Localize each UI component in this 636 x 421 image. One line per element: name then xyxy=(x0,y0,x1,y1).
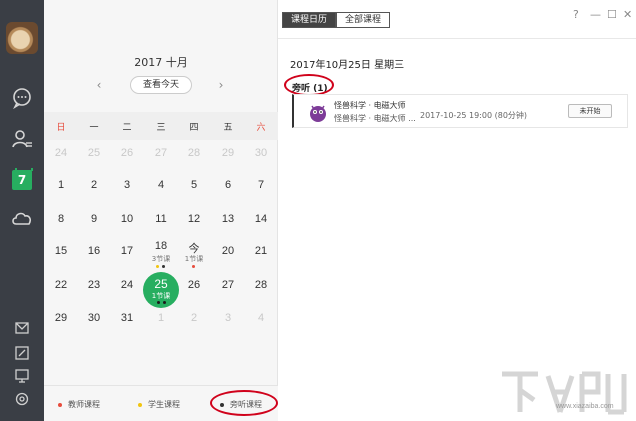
highlight-ring-section xyxy=(284,74,334,96)
watermark-url: www.xiazaiba.com xyxy=(556,403,614,410)
calendar-day[interactable]: 28 xyxy=(244,279,278,291)
calendar-day[interactable]: 3 xyxy=(110,179,144,191)
calendar-day[interactable]: 2 xyxy=(77,179,111,191)
calendar-day[interactable]: 1 xyxy=(144,312,178,324)
course-name: 怪兽科学 · 电磁大师 xyxy=(334,101,406,110)
calendar-day[interactable]: 27 xyxy=(144,147,178,159)
contacts-icon[interactable] xyxy=(10,127,34,151)
calendar-day[interactable]: 5 xyxy=(177,179,211,191)
legend: 教师课程 学生课程 旁听课程 xyxy=(44,385,278,421)
calendar-day[interactable]: 22 xyxy=(44,279,78,291)
edit-icon[interactable] xyxy=(14,345,30,361)
calendar-day[interactable]: 27 xyxy=(211,279,245,291)
calendar-day[interactable]: 2 xyxy=(177,312,211,324)
event-dot xyxy=(156,265,159,268)
screen-icon[interactable] xyxy=(14,368,30,384)
calendar-day[interactable]: 15 xyxy=(44,245,78,257)
tab-all-courses[interactable]: 全部课程 xyxy=(336,12,391,28)
calendar-day[interactable]: 24 xyxy=(110,279,144,291)
avatar[interactable] xyxy=(6,22,38,54)
weekday-label: 五 xyxy=(223,123,233,133)
weekday-label: 一 xyxy=(89,123,99,133)
legend-teacher: 教师课程 xyxy=(58,399,100,410)
calendar-badge: 7 xyxy=(17,173,27,187)
calendar-day[interactable]: 12 xyxy=(177,213,211,225)
course-item[interactable]: 怪兽科学 · 电磁大师 怪兽科学 · 电磁大师 ... 2017-10-25 1… xyxy=(292,94,628,128)
month-label: 2017 十月 xyxy=(134,56,188,69)
today-day-number: 25 xyxy=(154,277,168,291)
monster-logo-icon xyxy=(310,105,326,122)
calendar-day[interactable]: 4 xyxy=(144,179,178,191)
weekday-label: 六 xyxy=(256,123,266,133)
calendar-day[interactable]: 24 xyxy=(44,147,78,159)
today-course-count: 1节课 xyxy=(151,292,171,300)
go-today-button[interactable]: 查看今天 xyxy=(130,76,192,94)
calendar-day[interactable]: 4 xyxy=(244,312,278,324)
today-event-dot xyxy=(157,301,160,304)
legend-dot-red xyxy=(58,402,62,407)
prev-month-button[interactable]: ‹ xyxy=(92,78,106,92)
weekday-label: 二 xyxy=(122,123,132,133)
legend-teacher-label: 教师课程 xyxy=(68,400,100,409)
calendar-day[interactable]: 13 xyxy=(211,213,245,225)
maximize-button[interactable]: ☐ xyxy=(607,8,617,21)
weekday-label: 三 xyxy=(156,123,166,133)
course-time: 2017-10-25 19:00 (80分钟) xyxy=(420,111,528,120)
day-18-course-count: 3节课 xyxy=(151,255,171,263)
calendar-day[interactable]: 25 xyxy=(77,147,111,159)
calendar-day[interactable]: 3 xyxy=(211,312,245,324)
weekday-label: 日 xyxy=(56,123,66,133)
highlight-ring-legend xyxy=(210,390,278,416)
calendar-day[interactable]: 18 xyxy=(144,240,178,252)
calendar-day[interactable]: 23 xyxy=(77,279,111,291)
today-event-dot xyxy=(163,301,166,304)
legend-student-label: 学生课程 xyxy=(148,400,180,409)
calendar-day[interactable]: 21 xyxy=(244,245,278,257)
header-divider xyxy=(278,38,636,39)
calendar-day[interactable]: 10 xyxy=(110,213,144,225)
view-tabs: 课程日历 全部课程 xyxy=(282,12,391,28)
calendar-day[interactable]: 17 xyxy=(110,245,144,257)
sidebar: 7 xyxy=(0,0,44,421)
selected-date-title: 2017年10月25日 星期三 xyxy=(290,60,405,71)
event-dot xyxy=(192,265,195,268)
calendar-day[interactable]: 11 xyxy=(144,213,178,225)
course-status-button[interactable]: 未开始 xyxy=(568,104,612,118)
minimize-button[interactable]: — xyxy=(590,8,601,21)
calendar-day[interactable]: 20 xyxy=(211,245,245,257)
calendar-day[interactable]: 30 xyxy=(244,147,278,159)
calendar-icon[interactable]: 7 xyxy=(12,168,33,190)
mail-icon[interactable] xyxy=(14,320,30,336)
calendar-day[interactable]: 26 xyxy=(110,147,144,159)
calendar-day[interactable]: 28 xyxy=(177,147,211,159)
calendar-day[interactable]: 1 xyxy=(44,179,78,191)
chat-icon[interactable] xyxy=(10,86,34,110)
event-dot xyxy=(162,265,165,268)
calendar-day[interactable]: 29 xyxy=(211,147,245,159)
calendar-day[interactable]: 26 xyxy=(177,279,211,291)
weekday-label: 四 xyxy=(189,123,199,133)
legend-dot-yellow xyxy=(138,402,142,407)
tab-calendar[interactable]: 课程日历 xyxy=(282,12,337,28)
calendar-day[interactable]: 6 xyxy=(211,179,245,191)
calendar-day[interactable]: 29 xyxy=(44,312,78,324)
settings-icon[interactable] xyxy=(14,391,30,407)
calendar-day[interactable]: 9 xyxy=(77,213,111,225)
calendar-panel: 2017 十月 ‹ 查看今天 › 日一二三四五六 24 25 26 27 28 29 30 1… xyxy=(44,0,278,421)
cloud-icon[interactable] xyxy=(10,206,34,230)
calendar-day[interactable]: 30 xyxy=(77,312,111,324)
legend-student: 学生课程 xyxy=(138,399,180,410)
course-subtitle: 怪兽科学 · 电磁大师 ... xyxy=(334,114,416,123)
weekday-header: 日一二三四五六 xyxy=(44,112,278,140)
calendar-day[interactable]: 14 xyxy=(244,213,278,225)
calendar-day[interactable]: 16 xyxy=(77,245,111,257)
help-button[interactable]: ? xyxy=(573,8,579,21)
day-19-course-count: 1节课 xyxy=(184,255,204,263)
calendar-day[interactable]: 7 xyxy=(244,179,278,191)
next-month-button[interactable]: › xyxy=(214,78,228,92)
calendar-day[interactable]: 8 xyxy=(44,213,78,225)
close-button[interactable]: ✕ xyxy=(623,8,632,21)
calendar-day[interactable]: 31 xyxy=(110,312,144,324)
